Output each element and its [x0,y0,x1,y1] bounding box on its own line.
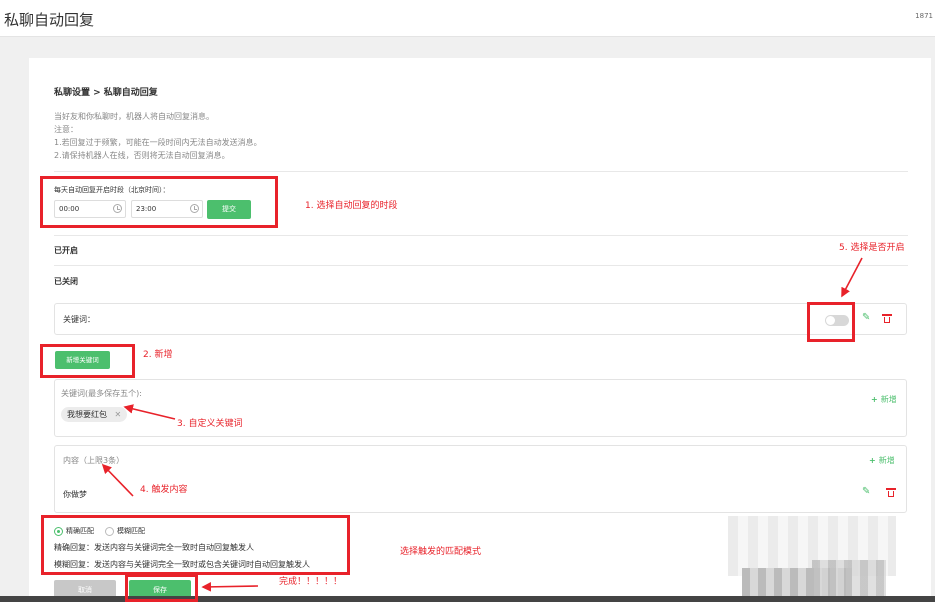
annotation-arrows [101,257,863,592]
arrow-content [101,463,134,497]
arrow-toggle [841,257,863,298]
arrow-save [201,582,259,592]
arrow-keyword [123,404,176,420]
